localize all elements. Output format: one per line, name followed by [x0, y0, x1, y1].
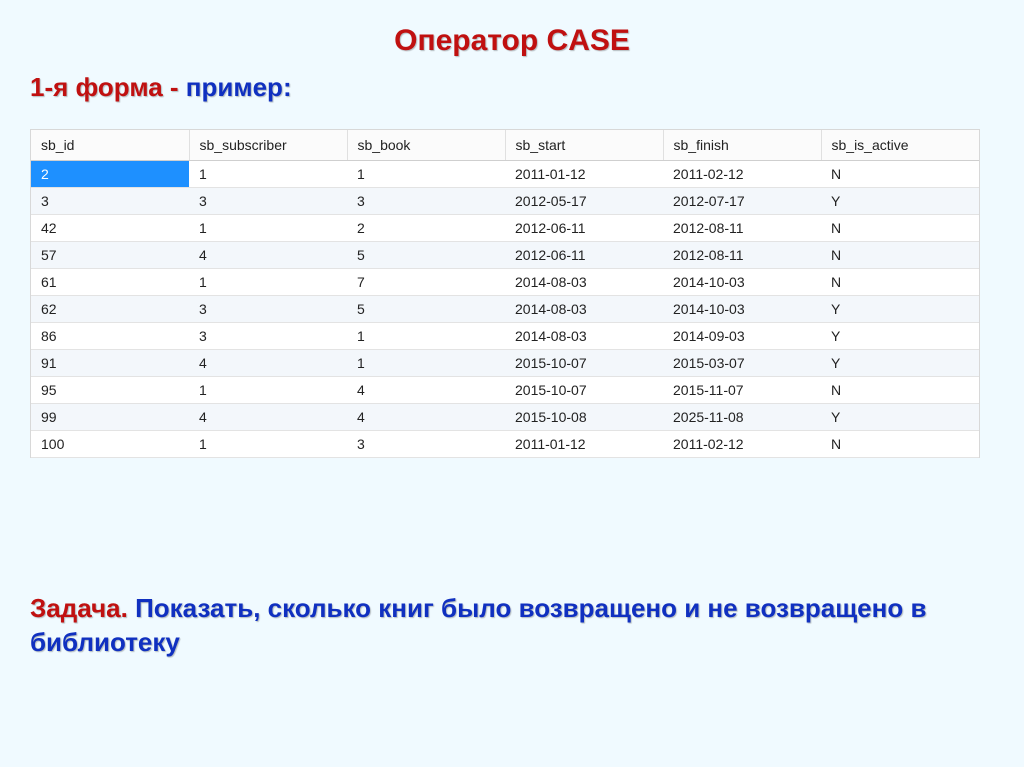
table-cell: 3	[189, 296, 347, 323]
table-cell: 2014-08-03	[505, 269, 663, 296]
table-cell: N	[821, 377, 979, 404]
data-table-container: sb_id sb_subscriber sb_book sb_start sb_…	[30, 129, 980, 458]
table-cell: 2015-10-08	[505, 404, 663, 431]
table-cell: N	[821, 431, 979, 458]
table-cell: Y	[821, 350, 979, 377]
table-cell: 2014-10-03	[663, 269, 821, 296]
table-cell: 1	[347, 350, 505, 377]
table-cell: 3	[189, 323, 347, 350]
table-cell: 62	[31, 296, 189, 323]
table-cell: 1	[189, 269, 347, 296]
table-cell: Y	[821, 188, 979, 215]
table-cell: 1	[189, 215, 347, 242]
table-cell: 3	[189, 188, 347, 215]
table-row: 100132011-01-122011-02-12N	[31, 431, 979, 458]
table-cell: 2012-05-17	[505, 188, 663, 215]
col-header: sb_finish	[663, 130, 821, 161]
table-cell: 86	[31, 323, 189, 350]
table-cell: Y	[821, 323, 979, 350]
table-row: 61172014-08-032014-10-03N	[31, 269, 979, 296]
table-cell: 99	[31, 404, 189, 431]
table-row: 3332012-05-172012-07-17Y	[31, 188, 979, 215]
table-cell: 2014-09-03	[663, 323, 821, 350]
table-cell: 1	[347, 323, 505, 350]
table-cell: 1	[189, 431, 347, 458]
subtitle-part-a: 1-я форма -	[30, 72, 186, 102]
table-cell: 2014-10-03	[663, 296, 821, 323]
task-body: Показать, сколько книг было возвращено и…	[30, 593, 926, 657]
table-cell: 2011-02-12	[663, 431, 821, 458]
table-row: 57452012-06-112012-08-11N	[31, 242, 979, 269]
table-cell: 2025-11-08	[663, 404, 821, 431]
col-header: sb_subscriber	[189, 130, 347, 161]
table-cell: 4	[189, 350, 347, 377]
table-cell: 61	[31, 269, 189, 296]
table-cell: 42	[31, 215, 189, 242]
table-cell: 2012-06-11	[505, 242, 663, 269]
table-cell: 95	[31, 377, 189, 404]
table-row: 95142015-10-072015-11-07N	[31, 377, 979, 404]
page-title: Оператор CASE	[30, 24, 994, 58]
table-row: 91412015-10-072015-03-07Y	[31, 350, 979, 377]
table-cell: Y	[821, 404, 979, 431]
table-cell: 1	[189, 377, 347, 404]
table-row: 99442015-10-082025-11-08Y	[31, 404, 979, 431]
table-cell: 7	[347, 269, 505, 296]
table-cell: 2011-01-12	[505, 431, 663, 458]
table-cell: 3	[31, 188, 189, 215]
table-cell: 2014-08-03	[505, 323, 663, 350]
col-header: sb_start	[505, 130, 663, 161]
table-row: 62352014-08-032014-10-03Y	[31, 296, 979, 323]
table-cell: 2012-08-11	[663, 215, 821, 242]
col-header: sb_id	[31, 130, 189, 161]
table-cell: 57	[31, 242, 189, 269]
table-cell: 2015-10-07	[505, 377, 663, 404]
table-cell: Y	[821, 296, 979, 323]
table-cell: 1	[347, 161, 505, 188]
table-row: 42122012-06-112012-08-11N	[31, 215, 979, 242]
table-cell: 1	[189, 161, 347, 188]
table-cell: N	[821, 242, 979, 269]
table-cell: 5	[347, 242, 505, 269]
table-cell: 91	[31, 350, 189, 377]
table-cell: N	[821, 161, 979, 188]
table-cell: 2012-07-17	[663, 188, 821, 215]
table-cell: 2014-08-03	[505, 296, 663, 323]
slide: Оператор CASE 1-я форма - пример: sb_id …	[0, 0, 1024, 767]
table-cell: 100	[31, 431, 189, 458]
table-cell: 3	[347, 188, 505, 215]
table-cell: 4	[347, 377, 505, 404]
table-cell: 2015-10-07	[505, 350, 663, 377]
table-cell: 2011-02-12	[663, 161, 821, 188]
subtitle-part-b: пример:	[186, 72, 292, 102]
table-body: 2112011-01-122011-02-12N3332012-05-17201…	[31, 161, 979, 458]
table-header-row: sb_id sb_subscriber sb_book sb_start sb_…	[31, 130, 979, 161]
col-header: sb_book	[347, 130, 505, 161]
table-cell: 2011-01-12	[505, 161, 663, 188]
table-cell: 2015-11-07	[663, 377, 821, 404]
table-cell: 2012-08-11	[663, 242, 821, 269]
table-cell: 2	[347, 215, 505, 242]
table-cell: N	[821, 215, 979, 242]
table-row: 2112011-01-122011-02-12N	[31, 161, 979, 188]
table-cell: 2012-06-11	[505, 215, 663, 242]
table-cell: 4	[347, 404, 505, 431]
table-cell: 4	[189, 242, 347, 269]
table-row: 86312014-08-032014-09-03Y	[31, 323, 979, 350]
table-cell: 4	[189, 404, 347, 431]
table-cell: 2015-03-07	[663, 350, 821, 377]
col-header: sb_is_active	[821, 130, 979, 161]
data-table: sb_id sb_subscriber sb_book sb_start sb_…	[31, 130, 979, 458]
table-cell: N	[821, 269, 979, 296]
table-cell: 5	[347, 296, 505, 323]
subtitle: 1-я форма - пример:	[30, 72, 994, 103]
task-text: Задача. Показать, сколько книг было возв…	[30, 592, 994, 660]
task-label: Задача.	[30, 593, 135, 623]
table-cell: 3	[347, 431, 505, 458]
table-cell: 2	[31, 161, 189, 188]
